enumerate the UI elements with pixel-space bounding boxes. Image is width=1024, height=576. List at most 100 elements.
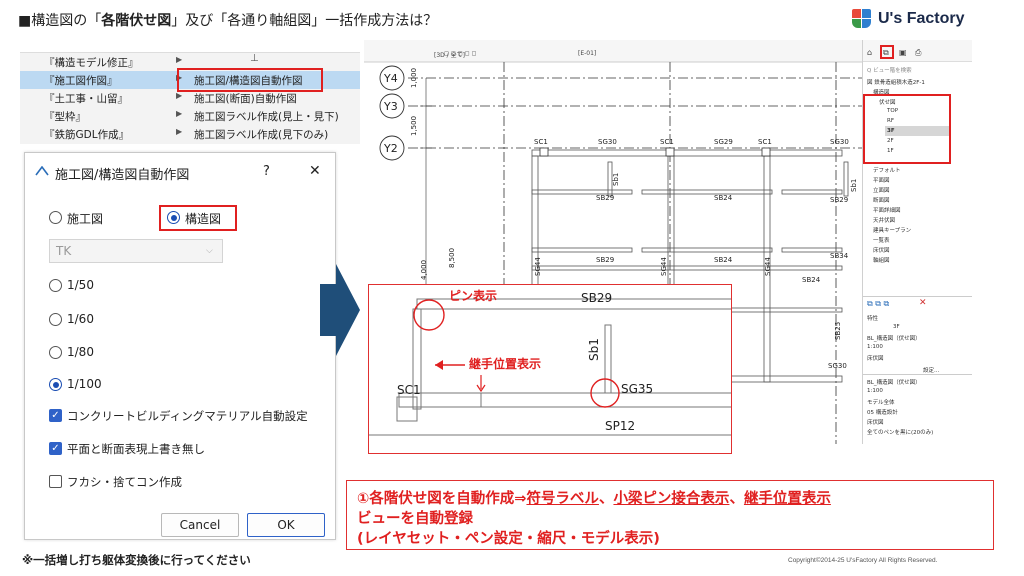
beam-label: SP12 <box>605 419 636 433</box>
view-selector[interactable]: [3D / 全て] <box>434 50 465 59</box>
tree-item[interactable]: 軸組図 <box>873 256 890 264</box>
submenu-arrow-icon: ▶ <box>176 55 183 64</box>
radio-scale-1-50[interactable] <box>49 279 62 292</box>
ok-button[interactable]: OK <box>247 513 325 537</box>
zoom-detail <box>369 298 731 436</box>
note-text: 小梁ピン接合表示 <box>613 491 730 507</box>
radio-construction[interactable] <box>49 211 62 224</box>
radio-structure[interactable] <box>167 211 180 224</box>
flow-arrow-icon <box>320 264 360 356</box>
tree-item[interactable]: 床伏図 <box>873 246 890 254</box>
property-value[interactable]: 3F <box>893 324 900 330</box>
beam-label: SG44 <box>660 257 668 276</box>
tree-item[interactable]: 一覧表 <box>873 236 890 244</box>
scale-label: 1/100 <box>67 377 102 391</box>
dimension-label: 1,000 <box>410 67 418 88</box>
settings-button[interactable]: 設定... <box>923 366 939 374</box>
title-prefix: ■構造図の「 <box>18 13 102 29</box>
title-bold: 各階伏せ図 <box>101 13 172 29</box>
beam-label: SB34 <box>830 252 849 260</box>
checkbox-concrete-material[interactable]: ✓ <box>49 409 62 422</box>
submenu-item-label-up-down[interactable]: 施工図ラベル作成(見上・見下) <box>194 109 339 124</box>
beam-label: Sb1 <box>850 178 858 192</box>
tree-item[interactable]: 平面詳細図 <box>873 206 901 214</box>
checkbox-no-overwrite[interactable]: ✓ <box>49 442 62 455</box>
beam-label: SG29 <box>714 138 733 146</box>
checkbox-fukashi[interactable] <box>49 475 62 488</box>
divider <box>863 296 972 297</box>
tree-item[interactable]: 断面図 <box>873 196 890 204</box>
dimension-label: 4,000 <box>420 259 428 280</box>
radio-scale-1-80[interactable] <box>49 346 62 359</box>
tree-item[interactable]: 立面図 <box>873 186 890 194</box>
column-label: SC1 <box>534 138 548 146</box>
tree-item[interactable]: 天井伏図 <box>873 216 895 224</box>
menu-item-label: 『土工事・山留』 <box>44 93 128 105</box>
menu-item-label: 『施工図作図』 <box>44 75 118 87</box>
beam-label: SB29 <box>596 256 615 264</box>
tree-item[interactable]: デフォルト <box>873 166 901 174</box>
beam-label: SB24 <box>714 194 733 202</box>
layout-book-icon[interactable]: ▣ <box>899 48 907 57</box>
beam-label: SB24 <box>714 256 733 264</box>
submenu-item-label-down[interactable]: 施工図ラベル作成(見下のみ) <box>194 127 328 142</box>
page-title: ■構造図の「各階伏せ図」及び「各通り軸組図」一括作成方法は？ <box>18 10 437 30</box>
beam-label: SG35 <box>621 382 654 396</box>
select-value: TK <box>56 244 72 258</box>
copyright: Copyright©2014-25 U'sFactory All Rights … <box>788 557 938 564</box>
note-line-1: ①各階伏せ図を自動作成⇒符号ラベル、小梁ピン接合表示、継手位置表示 <box>357 487 831 508</box>
beam-label: SG44 <box>764 257 772 276</box>
property-item: 全てのペンを黒に(20のみ) <box>867 430 934 436</box>
property-item: BL_構造図（伏せ図） <box>867 380 921 386</box>
axis-label: Y4 <box>384 72 398 85</box>
highlight-box <box>880 45 894 59</box>
beam-label: SB25 <box>834 321 842 340</box>
tree-item[interactable]: 図 鉄骨造組積木造2F-1 <box>867 78 925 86</box>
note-text: 継手位置表示 <box>743 491 831 507</box>
radio-structure-label: 構造図 <box>185 212 222 226</box>
submenu-arrow-icon: ▶ <box>176 91 183 100</box>
radio-scale-1-60[interactable] <box>49 313 62 326</box>
template-select[interactable]: TK ⌵ <box>49 239 223 263</box>
beam-label: Sb1 <box>587 338 601 361</box>
panel-actions-icon[interactable]: ⧉ ⧉ ⧉ <box>867 299 889 309</box>
column-label: SC1 <box>660 138 674 146</box>
submenu-item-section-draw[interactable]: 施工図(断面)自動作図 <box>194 91 297 106</box>
tree-item[interactable]: 平面図 <box>873 176 890 184</box>
cancel-button[interactable]: Cancel <box>161 513 239 537</box>
menu-item-rebar-gdl[interactable]: 『鉄筋GDL作成』 ▶ 施工図ラベル作成(見下のみ) <box>20 125 360 143</box>
pin-icon: ⊥ <box>250 53 259 64</box>
help-button[interactable]: ? <box>263 164 270 179</box>
auto-draw-dialog: 施工図/構造図自動作図 ? ✕ 施工図 構造図 TK ⌵ 1/50 1/60 1… <box>24 152 336 540</box>
radio-scale-1-100[interactable] <box>49 378 62 391</box>
menu-item-formwork[interactable]: 『型枠』 ▶ 施工図ラベル作成(見上・見下) <box>20 107 360 125</box>
highlight-box <box>177 68 323 92</box>
layout-selector[interactable]: [E-01] <box>578 50 596 57</box>
beam-label: SG30 <box>828 362 847 370</box>
context-menu: 『構造モデル修正』 ▶ ⊥ 『施工図作図』 ▶ 施工図/構造図自動作図 『土工事… <box>20 52 360 144</box>
property-item: 床伏図 <box>867 420 884 426</box>
search-input[interactable]: Q ビュー階を検索 <box>867 66 912 74</box>
axis-label: Y2 <box>384 142 398 155</box>
publisher-icon[interactable]: ⎙ <box>915 48 921 58</box>
navigator-icon[interactable]: ⌂ <box>867 48 872 57</box>
beam-label: SB29 <box>830 196 849 204</box>
dialog-title: 施工図/構造図自動作図 <box>55 168 190 183</box>
property-item: BL_構造図（伏せ図） <box>867 336 921 342</box>
property-item: 05 構造設計 <box>867 410 898 416</box>
column-label: SC1 <box>397 383 421 397</box>
properties-header: 特性 <box>867 316 879 322</box>
scale-label: 1/80 <box>67 345 94 359</box>
dimension-label: 1,500 <box>410 115 418 136</box>
close-button[interactable]: ✕ <box>309 163 321 179</box>
joint-label: 継手位置表示 <box>469 357 542 371</box>
note-box: ①各階伏せ図を自動作成⇒符号ラベル、小梁ピン接合表示、継手位置表示 ビューを自動… <box>346 480 994 550</box>
footnote: ※一括増し打ち躯体変換後に行ってください <box>22 553 251 567</box>
title-suffix: 」及び「各通り軸組図」一括作成方法は？ <box>171 13 438 29</box>
chevron-down-icon: ⌵ <box>206 246 213 256</box>
app-icon <box>35 166 49 176</box>
delete-icon[interactable]: ✕ <box>919 298 927 308</box>
tree-item[interactable]: 建具キープラン <box>873 226 911 234</box>
brand-logo: U's Factory <box>852 8 965 30</box>
menu-item-label: 『型枠』 <box>44 111 86 123</box>
